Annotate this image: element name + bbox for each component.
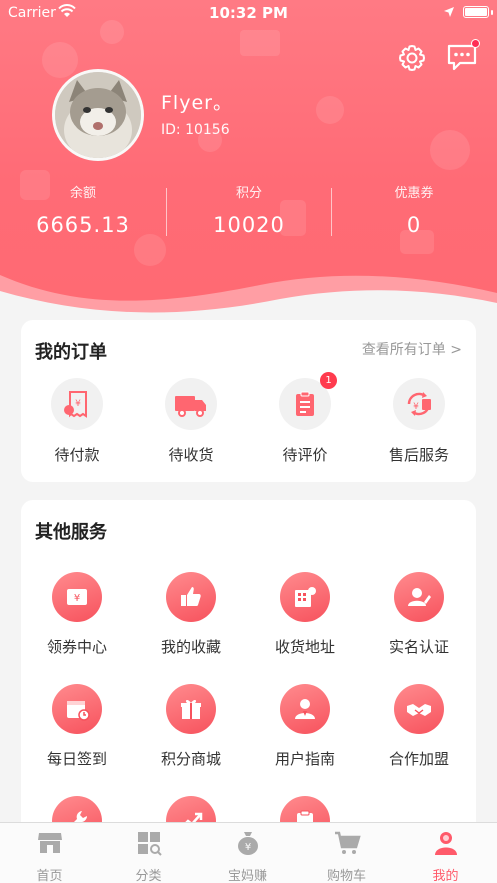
service-real-name[interactable]: 实名认证 <box>369 572 469 657</box>
coupon-icon: ¥ <box>52 572 102 622</box>
service-label: 我的收藏 <box>160 638 221 656</box>
location-arrow-icon <box>444 7 454 17</box>
battery-tip <box>491 10 493 15</box>
orders-card: 我的订单 查看所有订单 > ¥ 待付款 待收货 1 待评价 ¥ 售后服务 <box>21 320 476 482</box>
cat-avatar-image <box>55 72 141 158</box>
coupons-stat[interactable]: 优惠券 0 <box>331 182 497 237</box>
guide-icon <box>280 684 330 734</box>
handshake-icon <box>394 684 444 734</box>
points-value: 10020 <box>213 213 285 237</box>
address-icon <box>280 572 330 622</box>
tab-label: 宝妈赚 <box>227 869 267 883</box>
balance-stat[interactable]: 余额 6665.13 <box>0 182 166 237</box>
orders-title: 我的订单 <box>35 342 107 363</box>
order-item-label: 售后服务 <box>388 446 449 464</box>
status-bar: Carrier 10:32 PM <box>0 0 497 26</box>
tab-label: 购物车 <box>326 869 366 883</box>
review-count-badge: 1 <box>320 372 337 389</box>
money-bag-icon: ¥ <box>237 832 258 855</box>
calendar-icon <box>52 684 102 734</box>
services-card: 其他服务 ¥ 领券中心 我的收藏 收货地址 实名认证 每日签到 积分商城 用户指… <box>21 500 476 840</box>
service-coupon-center[interactable]: ¥ 领券中心 <box>27 572 127 657</box>
service-label: 实名认证 <box>388 638 449 656</box>
points-stat[interactable]: 积分 10020 <box>166 182 332 237</box>
shop-icon <box>37 833 62 853</box>
view-all-orders-link[interactable]: 查看所有订单 > <box>362 339 462 359</box>
avatar[interactable] <box>52 69 144 161</box>
refund-icon: ¥ <box>393 378 445 430</box>
service-label: 收货地址 <box>274 638 335 656</box>
svg-text:¥: ¥ <box>74 593 80 604</box>
user-icon <box>434 832 457 855</box>
service-label: 每日签到 <box>46 750 107 768</box>
truck-icon <box>165 378 217 430</box>
svg-text:¥: ¥ <box>244 842 250 853</box>
order-item-label: 待付款 <box>54 446 100 464</box>
tab-bar: 首页 分类 ¥ 宝妈赚 购物车 我的 <box>0 822 497 883</box>
service-points-mall[interactable]: 积分商城 <box>141 684 241 769</box>
svg-text:¥: ¥ <box>413 402 419 412</box>
clipboard-icon: 1 <box>279 372 337 430</box>
gear-icon <box>399 45 425 71</box>
balance-value: 6665.13 <box>36 213 130 237</box>
svg-text:¥: ¥ <box>75 399 81 409</box>
service-user-guide[interactable]: 用户指南 <box>255 684 355 769</box>
settings-button[interactable] <box>397 43 427 73</box>
tab-label: 分类 <box>135 869 162 883</box>
gift-icon <box>166 684 216 734</box>
category-icon <box>137 832 162 856</box>
order-pending-delivery[interactable]: 待收货 <box>141 378 241 465</box>
order-after-sales[interactable]: ¥ 售后服务 <box>369 378 469 465</box>
status-time: 10:32 PM <box>209 4 288 22</box>
username: Flyer。 <box>161 92 233 114</box>
tab-earn[interactable]: ¥ 宝妈赚 <box>198 829 297 883</box>
header-wave <box>0 275 497 330</box>
account-stats: 余额 6665.13 积分 10020 优惠券 0 <box>0 182 497 242</box>
points-label: 积分 <box>235 186 262 201</box>
id-verify-icon <box>394 572 444 622</box>
tab-label: 我的 <box>432 869 459 883</box>
service-label: 合作加盟 <box>388 750 449 768</box>
receipt-icon: ¥ <box>51 378 103 430</box>
balance-label: 余额 <box>69 186 96 201</box>
coupons-value: 0 <box>406 213 422 237</box>
battery-icon <box>463 6 489 18</box>
order-pending-review[interactable]: 1 待评价 <box>255 372 355 465</box>
service-daily-checkin[interactable]: 每日签到 <box>27 684 127 769</box>
order-item-label: 待评价 <box>282 446 328 464</box>
user-id: ID: 10156 <box>161 122 230 138</box>
service-partnership[interactable]: 合作加盟 <box>369 684 469 769</box>
message-dot-badge <box>471 39 480 48</box>
order-pending-payment[interactable]: ¥ 待付款 <box>27 378 127 465</box>
tab-mine[interactable]: 我的 <box>396 829 495 883</box>
services-title: 其他服务 <box>35 522 107 543</box>
tab-category[interactable]: 分类 <box>99 829 198 883</box>
order-item-label: 待收货 <box>168 446 214 464</box>
thumbs-up-icon <box>166 572 216 622</box>
tab-home[interactable]: 首页 <box>0 829 99 883</box>
tab-cart[interactable]: 购物车 <box>297 829 396 883</box>
coupons-label: 优惠券 <box>394 186 434 201</box>
service-label: 领券中心 <box>46 638 107 656</box>
message-button[interactable] <box>446 39 480 72</box>
tab-label: 首页 <box>36 869 63 883</box>
service-label: 积分商城 <box>160 750 221 768</box>
service-favorites[interactable]: 我的收藏 <box>141 572 241 657</box>
cart-icon <box>334 831 361 854</box>
service-label: 用户指南 <box>274 750 335 768</box>
service-address[interactable]: 收货地址 <box>255 572 355 657</box>
